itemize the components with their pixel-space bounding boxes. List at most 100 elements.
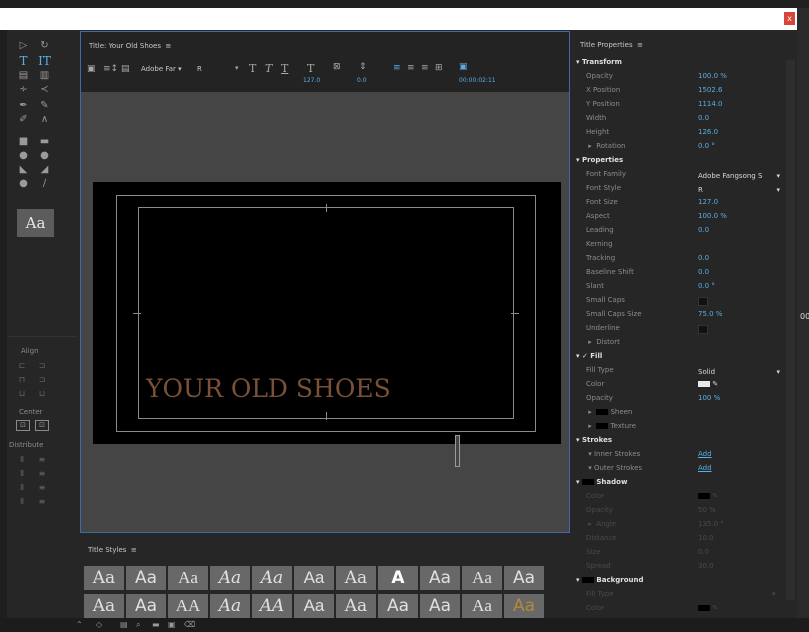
panel-menu-icon[interactable]: ≡ — [165, 42, 171, 50]
text-cursor-handle[interactable] — [455, 435, 460, 467]
distribute-middle-icon[interactable]: ≡ — [36, 469, 48, 479]
title-style-swatch[interactable]: Aa — [504, 594, 544, 618]
styles-menu-icon[interactable]: ≡ — [131, 546, 137, 554]
vertical-type-tool-icon[interactable]: IT — [38, 55, 51, 67]
y-position-row[interactable]: Y Position 1114.0 — [572, 100, 784, 114]
align-vertical-center-icon[interactable]: ⊐ — [36, 361, 48, 371]
title-style-swatch[interactable]: Aa — [378, 594, 418, 618]
sheen-checkbox[interactable] — [596, 409, 609, 415]
slant-row[interactable]: Slant 0.0 ° — [572, 282, 784, 296]
pen-tool-icon[interactable]: ✒ — [17, 100, 30, 111]
title-style-swatch[interactable]: AA — [252, 594, 292, 618]
fill-opacity-row[interactable]: Opacity 100 % — [572, 394, 784, 408]
font-family-select[interactable]: Adobe Far ▾ — [141, 65, 182, 73]
distribute-center-icon[interactable]: ⫴ — [16, 469, 28, 479]
path-type-icon[interactable]: ∻ — [17, 84, 30, 95]
shadow-distance-row[interactable]: Distance 10.0 — [572, 534, 784, 548]
shadow-angle-row[interactable]: ▸ Angle 135.0 ° — [572, 520, 784, 534]
title-style-swatch[interactable]: Aa — [126, 594, 166, 618]
properties-section[interactable]: ▾ Properties — [572, 156, 784, 170]
chevron-down-icon[interactable]: ▾ — [235, 64, 239, 72]
font-style-dropdown[interactable]: R ▾ — [698, 184, 782, 196]
texture-row[interactable]: ▸ Texture — [572, 422, 784, 436]
align-bottom-icon[interactable]: ⊔ — [36, 389, 48, 399]
selection-arrow-icon[interactable]: ▷ — [17, 40, 30, 51]
vertical-path-type-icon[interactable]: ≺ — [38, 84, 51, 95]
title-style-swatch[interactable]: Aa — [168, 566, 208, 590]
title-style-swatch[interactable]: Aa — [336, 566, 376, 590]
kerning-row[interactable]: Kerning — [572, 240, 784, 254]
aspect-row[interactable]: Aspect 100.0 % — [572, 212, 784, 226]
height-row[interactable]: Height 126.0 — [572, 128, 784, 142]
new-item-icon[interactable]: ▣ — [168, 620, 176, 629]
roll-crawl-icon[interactable]: ≡↕ — [103, 64, 118, 74]
font-style-select[interactable]: R — [197, 65, 202, 73]
underline-checkbox[interactable] — [698, 325, 708, 334]
title-style-swatch[interactable]: Aa — [294, 594, 334, 618]
opacity-row[interactable]: Opacity 100.0 % — [572, 72, 784, 86]
tab-stops-icon[interactable]: ⊞ — [435, 63, 443, 73]
timecode[interactable]: 00:00:02:11 — [459, 77, 496, 84]
align-right-text-icon[interactable]: ≡ — [421, 63, 429, 73]
distribute-bottom-icon[interactable]: ≡ — [36, 483, 48, 493]
properties-scrollbar[interactable] — [786, 60, 795, 600]
wedge-tool-icon[interactable]: ◣ — [17, 164, 30, 175]
new-title-icon[interactable]: ▣ — [87, 64, 96, 74]
leading-icon[interactable]: ⇕ — [359, 62, 367, 72]
small-caps-size-row[interactable]: Small Caps Size 75.0 % — [572, 310, 784, 324]
rotate-icon[interactable]: ↻ — [38, 40, 51, 51]
vertical-area-type-icon[interactable]: ▥ — [38, 70, 51, 81]
title-style-swatch[interactable]: Aa — [252, 566, 292, 590]
diamond-icon[interactable]: ◇ — [96, 620, 102, 629]
shadow-checkbox[interactable] — [581, 479, 594, 485]
templates-icon[interactable]: ▤ — [121, 64, 130, 74]
title-style-swatch[interactable]: Aa — [420, 594, 460, 618]
x-position-row[interactable]: X Position 1502.6 — [572, 86, 784, 100]
texture-checkbox[interactable] — [596, 423, 609, 429]
line-tool-icon[interactable]: ∕ — [38, 178, 51, 189]
rounded-corner-icon[interactable]: ● — [38, 150, 51, 161]
font-size-row[interactable]: Font Size 127.0 — [572, 198, 784, 212]
background-video-icon[interactable]: ▣ — [459, 62, 468, 72]
shadow-color-swatch[interactable]: ✎ — [698, 492, 718, 500]
strokes-section[interactable]: ▾ Strokes — [572, 436, 784, 450]
title-style-swatch[interactable]: Aa — [210, 594, 250, 618]
fill-checkbox[interactable]: ✓ — [582, 352, 588, 360]
font-family-dropdown[interactable]: Adobe Fangsong S ▾ — [698, 170, 782, 182]
fill-type-dropdown[interactable]: Solid ▾ — [698, 366, 782, 378]
background-checkbox[interactable] — [581, 577, 594, 583]
rounded-rectangle-icon[interactable]: ▬ — [38, 136, 51, 147]
align-left-icon[interactable]: ⊏ — [16, 361, 28, 371]
fill-color-swatch[interactable]: ✎ — [698, 380, 718, 388]
font-size-icon[interactable]: T — [307, 62, 314, 75]
small-caps-checkbox[interactable] — [698, 297, 708, 306]
title-style-preview[interactable]: Aa — [17, 209, 54, 237]
convert-anchor-icon[interactable]: ∧ — [38, 114, 51, 125]
transform-section[interactable]: ▾ Transform — [572, 58, 784, 72]
title-style-swatch[interactable]: Aa — [504, 566, 544, 590]
title-style-swatch[interactable]: Aa — [294, 566, 334, 590]
title-style-swatch[interactable]: Aa — [420, 566, 460, 590]
list-icon[interactable]: ▤ — [120, 620, 128, 629]
title-style-swatch[interactable]: Aa — [462, 594, 502, 618]
kerning-icon[interactable]: ⊠ — [333, 62, 341, 72]
title-text-object[interactable]: YOUR OLD SHOES — [146, 374, 391, 403]
font-size-value[interactable]: 127.0 — [303, 77, 320, 84]
bg-color-swatch[interactable]: ✎ — [698, 604, 718, 612]
align-horizontal-center-icon[interactable]: ⊓ — [16, 375, 28, 385]
align-right-icon[interactable]: ⊐ — [36, 375, 48, 385]
sheen-row[interactable]: ▸ Sheen — [572, 408, 784, 422]
delete-anchor-icon[interactable]: ✐ — [17, 114, 30, 125]
eyedropper-icon[interactable]: ✎ — [712, 492, 718, 500]
shadow-opacity-row[interactable]: Opacity 50 % — [572, 506, 784, 520]
distribute-space-horizontal-icon[interactable]: ⫴ — [16, 497, 28, 507]
title-canvas[interactable]: YOUR OLD SHOES — [93, 182, 561, 444]
add-inner-stroke-link[interactable]: Add — [698, 450, 712, 458]
add-outer-stroke-link[interactable]: Add — [698, 464, 712, 472]
search-icon[interactable]: ⌕ — [136, 620, 140, 630]
width-row[interactable]: Width 0.0 — [572, 114, 784, 128]
fill-section[interactable]: ▾ ✓ Fill — [572, 352, 784, 366]
title-style-swatch[interactable]: Aa — [462, 566, 502, 590]
leading-row[interactable]: Leading 0.0 — [572, 226, 784, 240]
distribute-top-icon[interactable]: ≡ — [36, 455, 48, 465]
